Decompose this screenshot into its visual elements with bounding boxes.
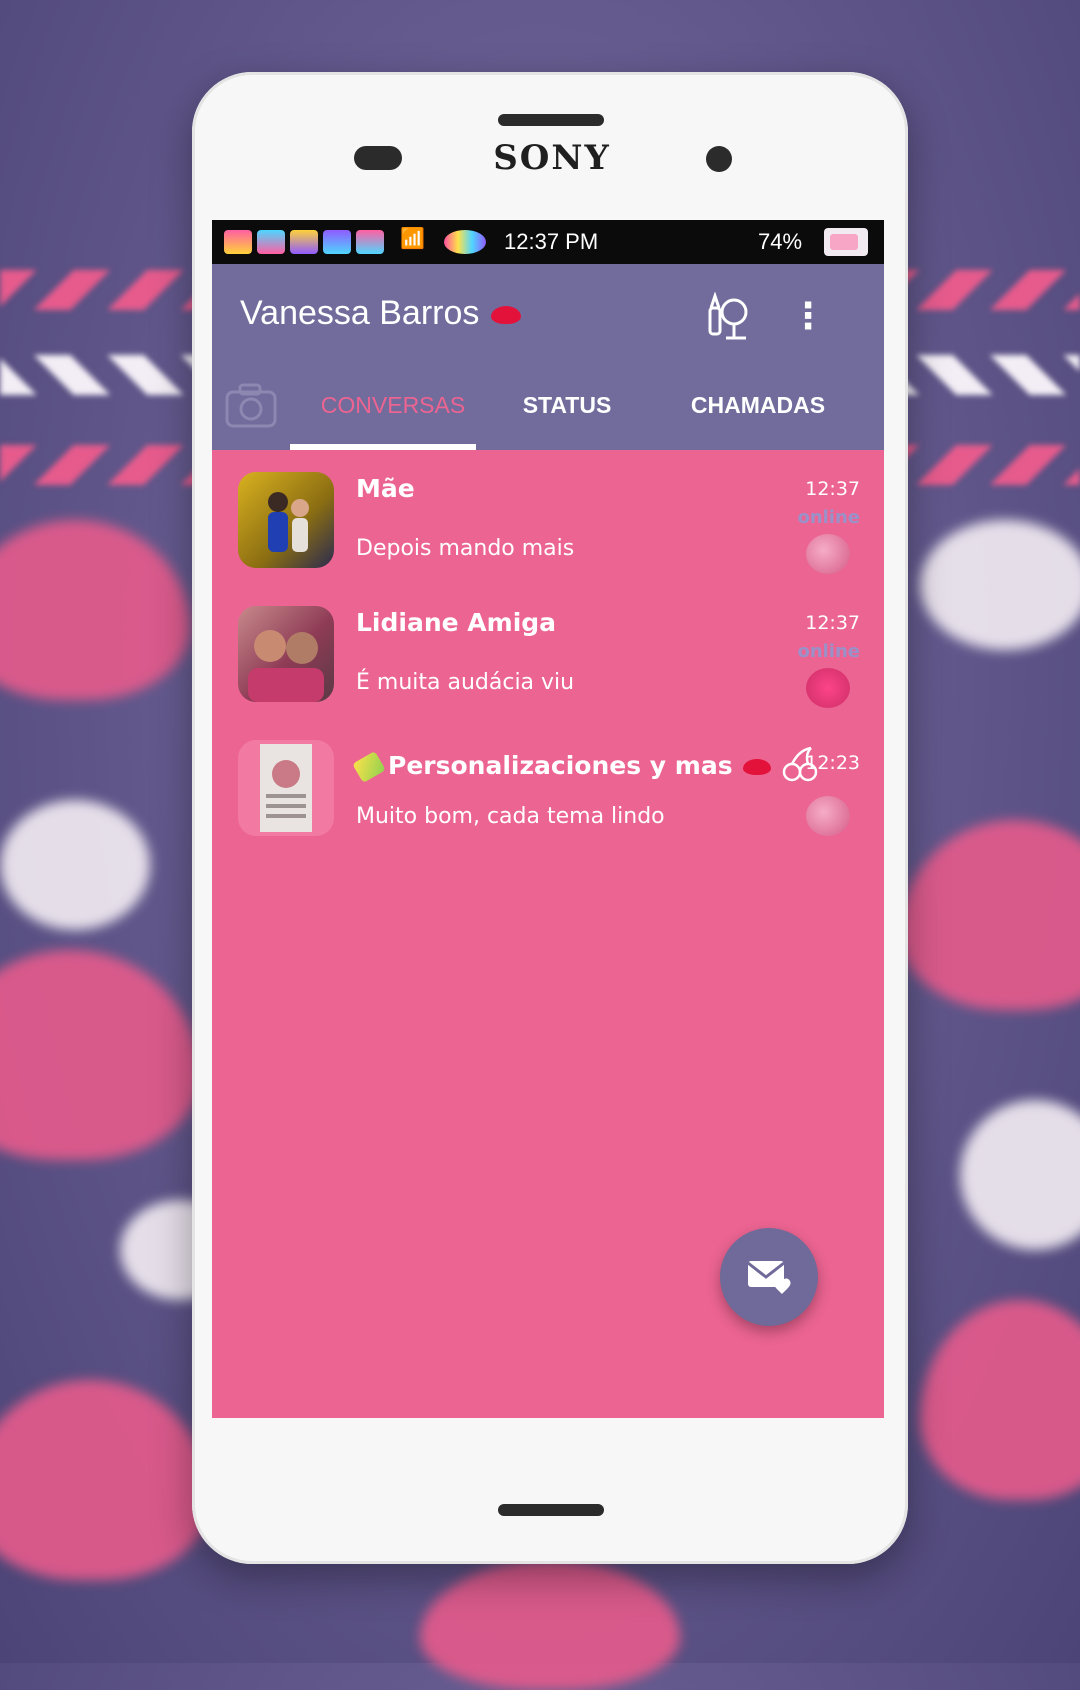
avatar[interactable]: [238, 606, 334, 702]
battery-icon: [824, 228, 868, 256]
chat-time: 12:37: [805, 478, 860, 500]
chat-row[interactable]: Mãe Depois mando mais 12:37 online: [212, 452, 884, 584]
lips-status-icon: [444, 230, 486, 254]
app-notification-icon: [290, 230, 318, 254]
proximity-sensor: [354, 146, 402, 170]
chat-last-message: Depois mando mais: [356, 536, 575, 561]
unread-badge-icon: [806, 534, 850, 574]
online-status: online: [797, 641, 860, 662]
brand-logo: SONY: [493, 138, 611, 178]
chat-time: 12:37: [805, 612, 860, 634]
search-lipstick-icon[interactable]: [706, 291, 752, 342]
lips-icon: [742, 759, 771, 775]
chat-last-message: É muita audácia viu: [356, 670, 575, 695]
notification-icons: [224, 230, 384, 254]
battery-percent: 74%: [758, 229, 803, 254]
app-notification-icon: [356, 230, 384, 254]
more-options-button[interactable]: ⋮: [790, 294, 826, 342]
tab-indicator: [290, 444, 476, 450]
phone-device: SONY 📶 12:37 PM 74% Vanessa Barros ⋮ CON…: [192, 72, 908, 1564]
chat-time: 12:23: [805, 752, 860, 774]
app-title: Vanessa Barros: [240, 294, 522, 333]
tab-chamadas[interactable]: CHAMADAS: [672, 392, 844, 419]
unread-badge-icon: [806, 668, 850, 708]
app-bar: Vanessa Barros ⋮ CONVERSAS STATUS CHAMAD…: [212, 264, 884, 450]
tab-status[interactable]: STATUS: [492, 392, 642, 419]
bottom-speaker: [498, 1504, 604, 1516]
chat-name: Personalizaciones y mas: [352, 746, 819, 788]
pencil-emoji-icon: [352, 750, 386, 784]
chat-name-text: Personalizaciones y mas: [388, 751, 733, 780]
mail-heart-icon: [747, 1261, 791, 1294]
lips-icon: [491, 306, 522, 325]
app-title-text: Vanessa Barros: [240, 294, 480, 332]
earpiece-speaker: [498, 114, 604, 126]
status-time: 12:37 PM: [504, 229, 599, 254]
signal-wifi-icon: 📶: [400, 226, 425, 250]
status-bar: 📶 12:37 PM 74%: [212, 220, 884, 264]
chat-name: Lidiane Amiga: [356, 608, 557, 637]
chat-name: Mãe: [356, 474, 415, 503]
tab-conversas[interactable]: CONVERSAS: [300, 392, 486, 419]
app-notification-icon: [323, 230, 351, 254]
online-status: online: [797, 507, 860, 528]
camera-tab-icon[interactable]: [224, 382, 278, 430]
app-notification-icon: [257, 230, 285, 254]
new-chat-fab[interactable]: [720, 1228, 818, 1326]
app-notification-icon: [224, 230, 252, 254]
avatar[interactable]: [238, 740, 334, 836]
phone-screen: 📶 12:37 PM 74% Vanessa Barros ⋮ CONVERSA…: [212, 220, 884, 1418]
chat-row[interactable]: Lidiane Amiga É muita audácia viu 12:37 …: [212, 586, 884, 718]
chat-row[interactable]: Personalizaciones y mas Muito bom, cada …: [212, 720, 884, 852]
avatar[interactable]: [238, 472, 334, 568]
chat-last-message: Muito bom, cada tema lindo: [356, 804, 665, 829]
front-camera: [706, 146, 732, 172]
unread-badge-icon: [806, 796, 850, 836]
